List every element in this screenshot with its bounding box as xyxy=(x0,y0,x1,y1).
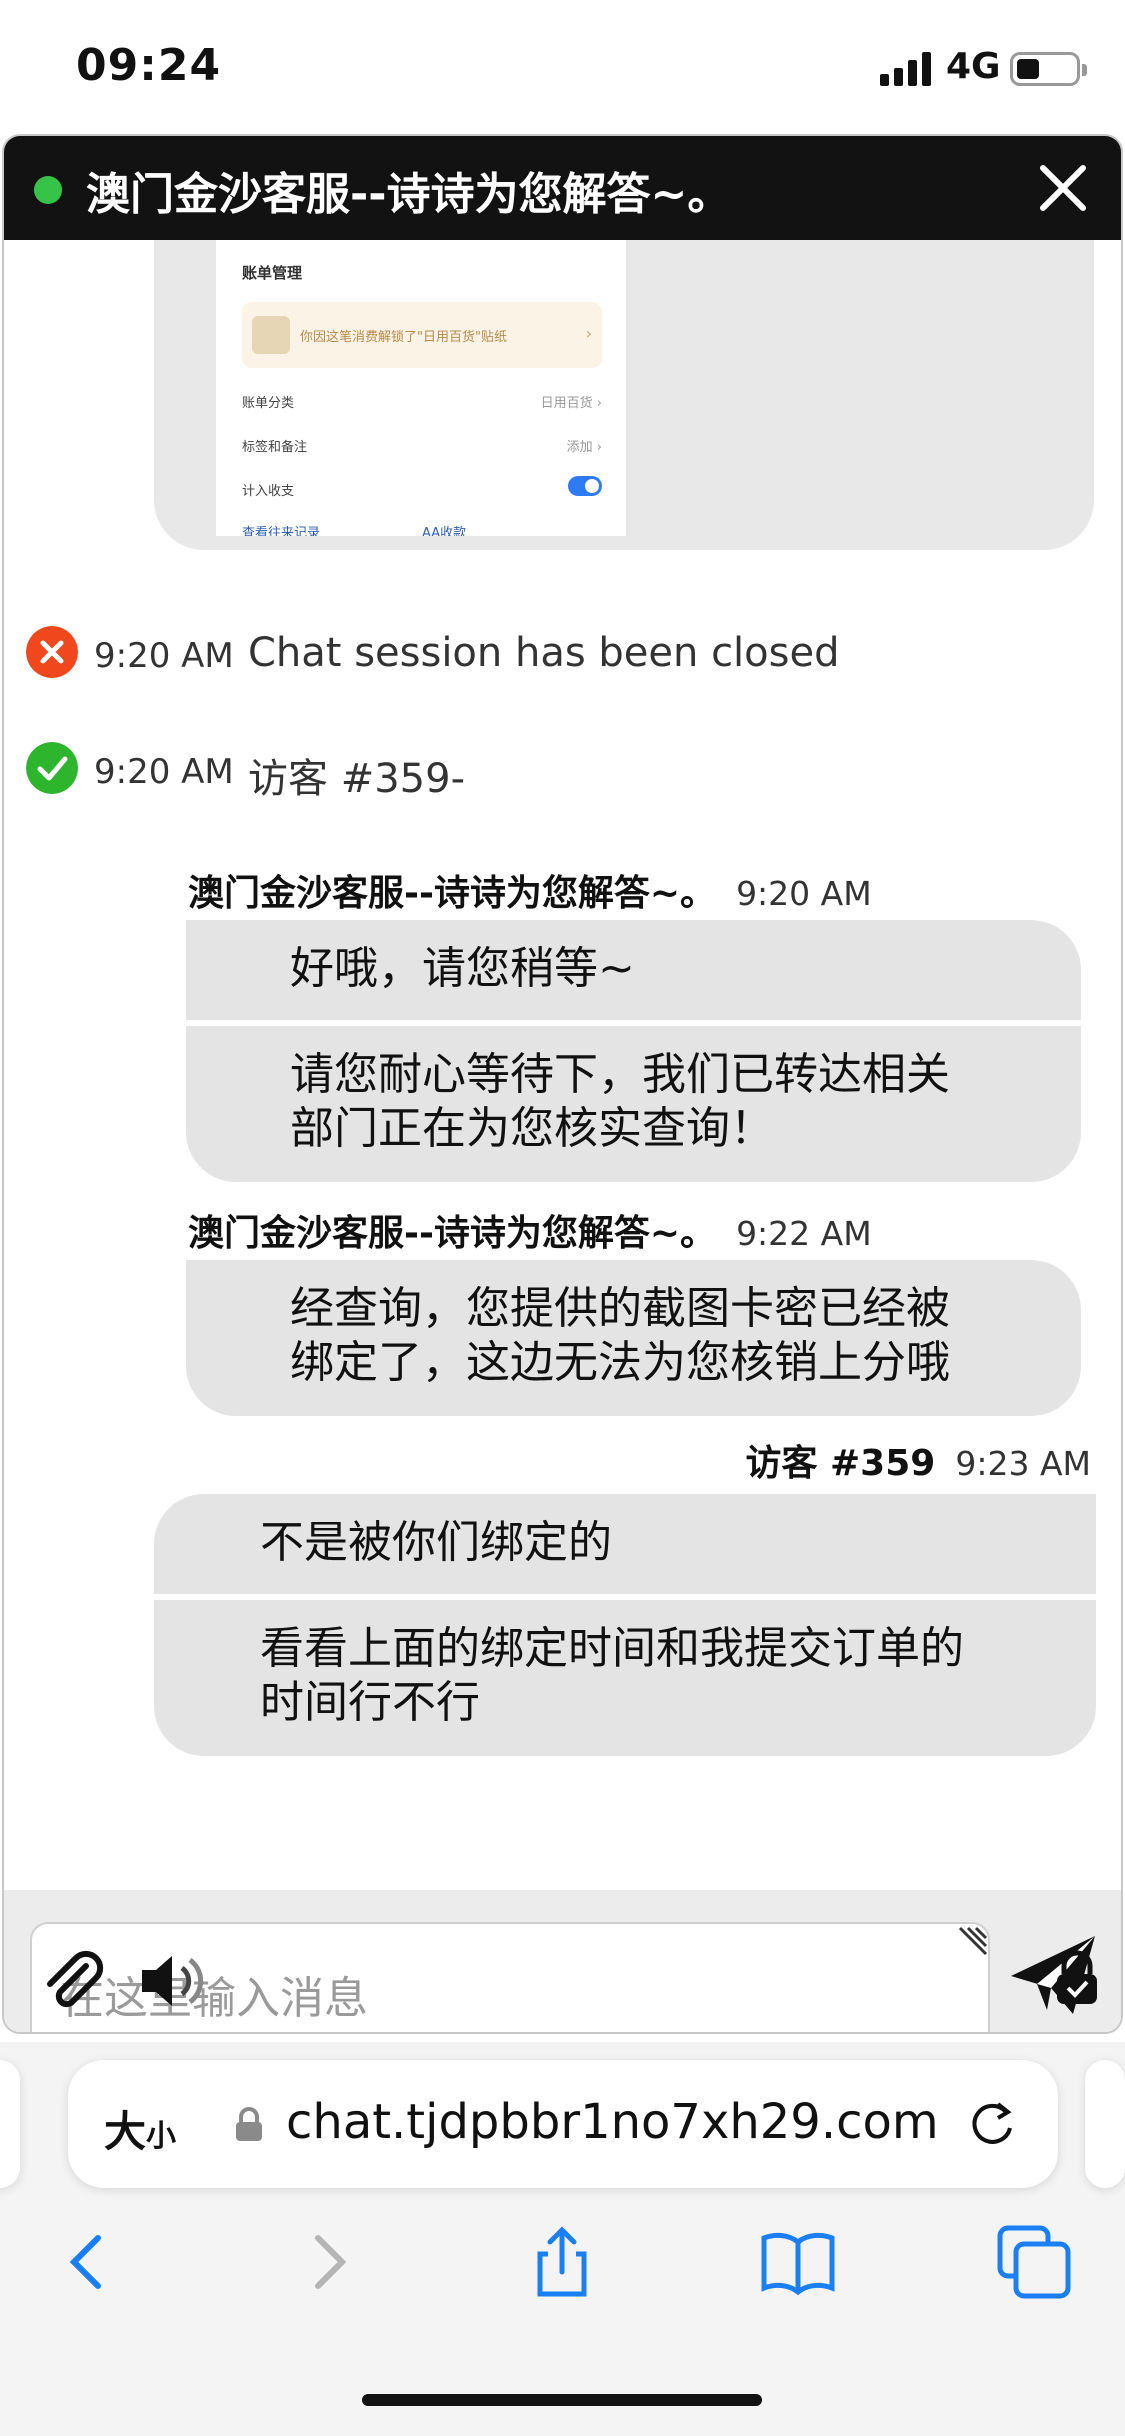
screenshot-row: 账单分类 日用百货 › xyxy=(242,396,602,411)
system-event-closed: 9:20 AM Chat session has been closed xyxy=(26,626,1106,686)
clock: 09:24 xyxy=(76,40,222,91)
share-icon[interactable] xyxy=(524,2224,600,2300)
online-status-icon xyxy=(34,176,62,204)
agent-message[interactable]: 好哦，请您稍等~ xyxy=(186,920,1081,1020)
chevron-right-icon[interactable] xyxy=(290,2224,366,2300)
check-icon xyxy=(26,742,78,794)
screenshot-promo: 你因这笔消费解锁了"日用百货"贴纸 › xyxy=(242,302,602,368)
screenshot-title: 账单管理 xyxy=(242,264,303,282)
reader-text-size-button[interactable]: 大小 xyxy=(104,2098,176,2159)
screenshot-row: 计入收支 xyxy=(242,476,602,499)
sticker-icon xyxy=(252,316,290,354)
reload-icon[interactable] xyxy=(966,2098,1018,2150)
paperclip-icon[interactable] xyxy=(40,1948,106,2014)
system-event-joined: 9:20 AM 访客 #359- xyxy=(26,742,1106,802)
network-type: 4G xyxy=(946,46,1001,87)
error-icon xyxy=(26,626,78,678)
screenshot-links: 查看往来记录 AA收款 xyxy=(242,522,602,536)
chat-widget: 澳门金沙客服--诗诗为您解答~。 账单管理 你因这笔消费解锁了"日用百货"贴纸 … xyxy=(2,134,1123,2034)
status-bar: 09:24 4G xyxy=(0,0,1125,130)
tabs-icon[interactable] xyxy=(996,2224,1072,2300)
message-sender: 澳门金沙客服--诗诗为您解答~。 9:22 AM xyxy=(188,1213,872,1254)
cellular-signal-icon xyxy=(880,50,936,86)
aa-link: AA收款 xyxy=(422,526,467,536)
url-host: chat.tjdpbbr1no7xh29.com xyxy=(286,2094,939,2150)
visitor-message[interactable]: 看看上面的绑定时间和我提交订单的 时间行不行 xyxy=(154,1600,1096,1756)
next-tab[interactable] xyxy=(1085,2060,1125,2188)
agent-message[interactable]: 请您耐心等待下，我们已转达相关 部门正在为您核实查询！ xyxy=(186,1026,1081,1182)
message-time: 9:22 AM xyxy=(736,1214,872,1253)
battery-icon xyxy=(1010,52,1087,86)
close-icon[interactable] xyxy=(1035,160,1091,216)
chevron-left-icon[interactable] xyxy=(50,2224,126,2300)
visitor-message[interactable]: 不是被你们绑定的 xyxy=(154,1494,1096,1594)
book-icon[interactable] xyxy=(760,2224,836,2300)
message-time: 9:23 AM xyxy=(955,1444,1091,1483)
chat-header: 澳门金沙客服--诗诗为您解答~。 xyxy=(4,136,1121,240)
records-link: 查看往来记录 xyxy=(242,526,321,536)
address-bar[interactable]: 大小 chat.tjdpbbr1no7xh29.com xyxy=(68,2060,1058,2188)
toggle-icon xyxy=(568,476,602,496)
message-sender: 访客 #359 9:23 AM xyxy=(745,1443,1091,1484)
padlock-icon xyxy=(236,2107,262,2141)
resize-handle-icon[interactable] xyxy=(954,1926,988,1960)
lock-icon[interactable] xyxy=(1054,1950,1100,2006)
home-indicator xyxy=(362,2394,762,2406)
previous-tab[interactable] xyxy=(0,2060,20,2188)
speaker-icon[interactable] xyxy=(138,1948,210,2014)
chevron-right-icon: › xyxy=(585,324,592,343)
agent-message[interactable]: 经查询，您提供的截图卡密已经被 绑定了，这边无法为您核销上分哦 xyxy=(186,1260,1081,1416)
shared-screenshot[interactable]: 账单管理 你因这笔消费解锁了"日用百货"贴纸 › 账单分类 日用百货 › 标签和备… xyxy=(216,240,626,536)
message-sender: 澳门金沙客服--诗诗为您解答~。 9:20 AM xyxy=(188,873,872,914)
chat-title: 澳门金沙客服--诗诗为您解答~。 xyxy=(86,169,732,220)
message-thread[interactable]: 账单管理 你因这笔消费解锁了"日用百货"贴纸 › 账单分类 日用百货 › 标签和备… xyxy=(4,240,1121,1890)
image-message[interactable]: 账单管理 你因这笔消费解锁了"日用百货"贴纸 › 账单分类 日用百货 › 标签和备… xyxy=(154,240,1094,550)
screenshot-row: 标签和备注 添加 › xyxy=(242,440,602,455)
browser-toolbar: 大小 chat.tjdpbbr1no7xh29.com xyxy=(0,2042,1125,2436)
message-time: 9:20 AM xyxy=(736,874,872,913)
